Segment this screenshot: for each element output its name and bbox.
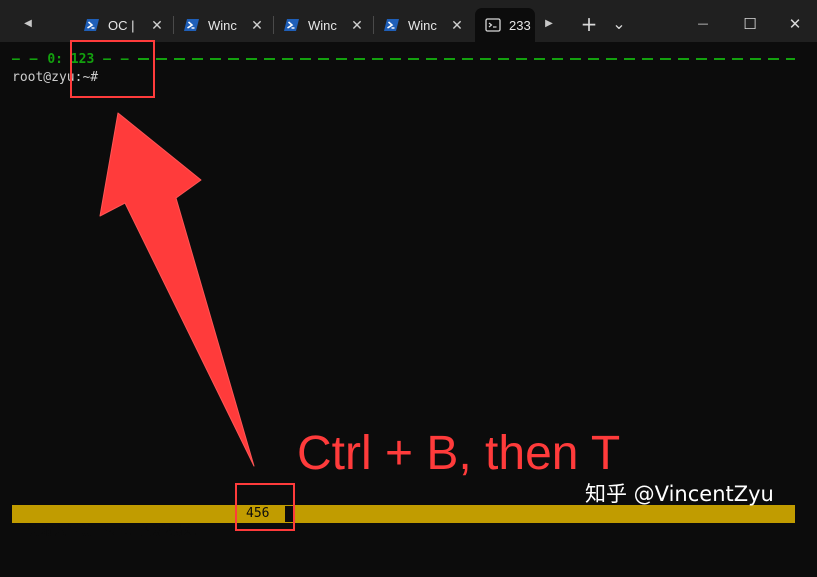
new-tab-button[interactable]: + bbox=[576, 8, 602, 40]
rename-pane-input-value[interactable]: 456 bbox=[246, 505, 269, 523]
tab-5-active[interactable]: 233 bbox=[475, 8, 535, 42]
powershell-icon bbox=[284, 19, 299, 31]
tab-3[interactable]: Winc ✕ bbox=[274, 8, 372, 42]
pane-title-dashes-right: — — bbox=[94, 52, 130, 67]
tab-scroll-right-icon[interactable]: ▶ bbox=[539, 14, 559, 34]
text-cursor bbox=[285, 506, 293, 522]
tab-label: Winc bbox=[308, 17, 337, 33]
powershell-icon bbox=[84, 19, 99, 31]
tab-label: 233 bbox=[509, 17, 531, 33]
minimize-button[interactable]: — bbox=[680, 8, 726, 40]
tab-label: OC | bbox=[108, 17, 135, 33]
pane-title: — — 0: 123 — — bbox=[12, 52, 134, 68]
tab-close-icon[interactable]: ✕ bbox=[350, 18, 364, 32]
title-bar: ◀ OC | ✕ Winc ✕ Winc ✕ Winc ✕ 233 ▶ + ⌄ … bbox=[0, 0, 817, 42]
tab-dropdown-button[interactable]: ⌄ bbox=[606, 8, 632, 40]
tab-1[interactable]: OC | ✕ bbox=[74, 8, 172, 42]
tab-label: Winc bbox=[208, 17, 237, 33]
pane-title-dashes: — — bbox=[12, 52, 48, 67]
tmux-status-prompt-bar[interactable]: 请输入当前 Pane 的新标题： 456 bbox=[12, 505, 795, 539]
powershell-icon bbox=[384, 19, 399, 31]
tab-close-icon[interactable]: ✕ bbox=[150, 18, 164, 32]
maximize-button[interactable]: ☐ bbox=[727, 8, 773, 40]
tab-scroll-left-icon[interactable]: ◀ bbox=[18, 14, 38, 34]
terminal-icon bbox=[485, 18, 501, 32]
terminal-pane[interactable] bbox=[0, 42, 817, 533]
tab-label: Winc bbox=[408, 17, 437, 33]
pane-title-text: 0: 123 bbox=[47, 52, 95, 67]
tab-4[interactable]: Winc ✕ bbox=[374, 8, 472, 42]
tab-2[interactable]: Winc ✕ bbox=[174, 8, 272, 42]
shell-prompt: root@zyu:~# bbox=[12, 70, 99, 85]
tab-close-icon[interactable]: ✕ bbox=[450, 18, 464, 32]
tab-close-icon[interactable]: ✕ bbox=[250, 18, 264, 32]
powershell-icon bbox=[184, 19, 199, 31]
rename-pane-prompt: 请输入当前 Pane 的新标题： bbox=[27, 524, 205, 539]
close-window-button[interactable]: ✕ bbox=[773, 8, 817, 40]
